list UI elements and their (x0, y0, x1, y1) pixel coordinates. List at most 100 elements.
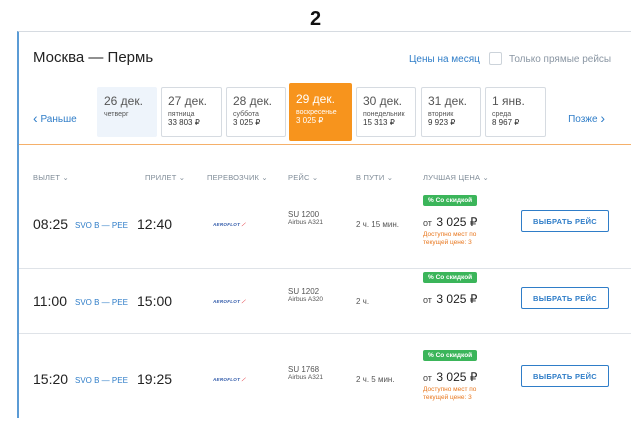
direct-flights-label[interactable]: Только прямые рейсы (509, 54, 611, 65)
column-label: ПЕРЕВОЗЧИК (207, 173, 260, 182)
sort-chevron-icon: ⌄ (482, 173, 490, 182)
price-value: 3 025 ₽ (436, 370, 478, 384)
direct-flights-checkbox[interactable] (489, 52, 502, 65)
price-value: 3 025 ₽ (436, 215, 478, 229)
column-header-duration[interactable]: В ПУТИ ⌄ (356, 173, 393, 182)
flight-number: SU 1202 (288, 287, 320, 296)
date-label: 1 янв. (492, 94, 525, 108)
column-header-departure[interactable]: ВЫЛЕТ ⌄ (33, 173, 69, 182)
column-label: В ПУТИ (356, 173, 385, 182)
date-card-1-jan[interactable]: 1 янв. среда 8 967 ₽ (485, 87, 546, 137)
select-flight-button[interactable]: ВЫБРАТЬ РЕЙС (521, 365, 609, 387)
sort-chevron-icon: ⌄ (62, 173, 69, 182)
flight-number: SU 1200 (288, 210, 320, 219)
column-label: ЛУЧШАЯ ЦЕНА (423, 173, 481, 182)
chevron-right-icon: › (600, 110, 605, 126)
price: от 3 025 ₽ (423, 290, 477, 308)
chevron-left-icon: ‹ (33, 110, 38, 126)
price-from: от (423, 218, 432, 228)
discount-badge: % Со скидкой (423, 195, 478, 206)
row-divider (19, 333, 631, 334)
flight-row: 11:00 SVO B — PEE 15:00 AEROFLOT ⟋ SU 12… (19, 272, 631, 351)
sort-chevron-icon: ⌄ (311, 173, 319, 182)
day-label: суббота (233, 111, 259, 118)
earlier-label: Раньше (40, 114, 77, 125)
day-label: четверг (104, 111, 129, 118)
flight-duration: 2 ч. (356, 297, 370, 306)
row-divider (19, 268, 631, 269)
departure-time: 11:00 (33, 293, 67, 309)
date-label: 31 дек. (428, 94, 467, 108)
flight-duration: 2 ч. 5 мин. (356, 375, 395, 384)
flight-number: SU 1768 (288, 365, 320, 374)
page-number: 2 (309, 8, 322, 30)
route-title: Москва — Пермь (33, 49, 154, 66)
price-month-link[interactable]: Цены на месяц (409, 54, 480, 65)
column-header-carrier[interactable]: ПЕРЕВОЗЧИК ⌄ (207, 173, 268, 182)
seats-available-note: Доступно мест по текущей цене: 3 (423, 386, 477, 401)
aeroflot-logo: AEROFLOT ⟋ (213, 299, 246, 304)
date-price: 33 803 ₽ (168, 118, 200, 127)
seats-available-note: Доступно мест по текущей цене: 3 (423, 231, 477, 246)
later-label: Позже (568, 114, 598, 125)
date-price: 3 025 ₽ (296, 116, 324, 125)
earlier-dates-button[interactable]: ‹ Раньше (33, 110, 77, 126)
arrival-time: 15:00 (137, 293, 173, 309)
aeroflot-logo: AEROFLOT ⟋ (213, 377, 246, 382)
sort-chevron-icon: ⌄ (261, 173, 268, 182)
column-header-best-price[interactable]: ЛУЧШАЯ ЦЕНА ⌄ (423, 173, 489, 182)
date-card-27[interactable]: 27 дек. пятница 33 803 ₽ (161, 87, 222, 137)
route-code: SVO B — PEE (75, 298, 128, 307)
aircraft-type: Airbus A320 (288, 296, 324, 303)
day-label: понедельник (363, 111, 405, 118)
date-card-29-selected[interactable]: 29 дек. воскресенье 3 025 ₽ (289, 83, 352, 141)
date-card-28[interactable]: 28 дек. суббота 3 025 ₽ (226, 87, 286, 137)
date-card-30[interactable]: 30 дек. понедельник 15 313 ₽ (356, 87, 416, 137)
day-label: вторник (428, 111, 454, 118)
day-label: пятница (168, 111, 195, 118)
column-label: ПРИЛЕТ (145, 173, 177, 182)
aircraft-type: Airbus A321 (288, 219, 324, 226)
flight-row: 08:25 SVO B — PEE 12:40 AEROFLOT ⟋ SU 12… (19, 195, 631, 274)
date-price: 9 923 ₽ (428, 118, 456, 127)
arrival-time: 12:40 (137, 216, 173, 232)
column-header-arrival[interactable]: ПРИЛЕТ ⌄ (145, 173, 185, 182)
date-card-31[interactable]: 31 дек. вторник 9 923 ₽ (421, 87, 481, 137)
price-from: от (423, 373, 432, 383)
select-flight-button[interactable]: ВЫБРАТЬ РЕЙС (521, 287, 609, 309)
departure-time: 08:25 (33, 216, 69, 232)
date-label: 26 дек. (104, 94, 143, 108)
later-dates-button[interactable]: Позже › (568, 110, 605, 126)
route-code: SVO B — PEE (75, 221, 128, 230)
aeroflot-logo: AEROFLOT ⟋ (213, 222, 246, 227)
price-value: 3 025 ₽ (436, 292, 478, 306)
date-label: 29 дек. (296, 92, 335, 106)
date-label: 28 дек. (233, 94, 272, 108)
price: от 3 025 ₽ (423, 368, 477, 386)
day-label: среда (492, 111, 512, 118)
price: от 3 025 ₽ (423, 213, 477, 231)
route-code: SVO B — PEE (75, 376, 128, 385)
flight-row: 15:20 SVO B — PEE 19:25 AEROFLOT ⟋ SU 17… (19, 350, 631, 429)
date-price: 3 025 ₽ (233, 118, 261, 127)
date-price: 8 967 ₽ (492, 118, 520, 127)
discount-badge: % Со скидкой (423, 350, 478, 361)
date-label: 27 дек. (168, 94, 207, 108)
column-label: РЕЙС (288, 173, 310, 182)
departure-time: 15:20 (33, 371, 69, 387)
sort-chevron-icon: ⌄ (386, 173, 394, 182)
flight-search-panel: Москва — Пермь Цены на месяц Только прям… (17, 31, 631, 418)
price-from: от (423, 295, 432, 305)
sort-chevron-icon: ⌄ (178, 173, 186, 182)
flight-duration: 2 ч. 15 мин. (356, 220, 400, 229)
aircraft-type: Airbus A321 (288, 374, 324, 381)
column-label: ВЫЛЕТ (33, 173, 61, 182)
date-label: 30 дек. (363, 94, 402, 108)
select-flight-button[interactable]: ВЫБРАТЬ РЕЙС (521, 210, 609, 232)
column-header-flight[interactable]: РЕЙС ⌄ (288, 173, 318, 182)
arrival-time: 19:25 (137, 371, 173, 387)
header-divider (19, 144, 631, 145)
date-card-26[interactable]: 26 дек. четверг (97, 87, 157, 137)
discount-badge: % Со скидкой (423, 272, 478, 283)
date-price: 15 313 ₽ (363, 118, 395, 127)
